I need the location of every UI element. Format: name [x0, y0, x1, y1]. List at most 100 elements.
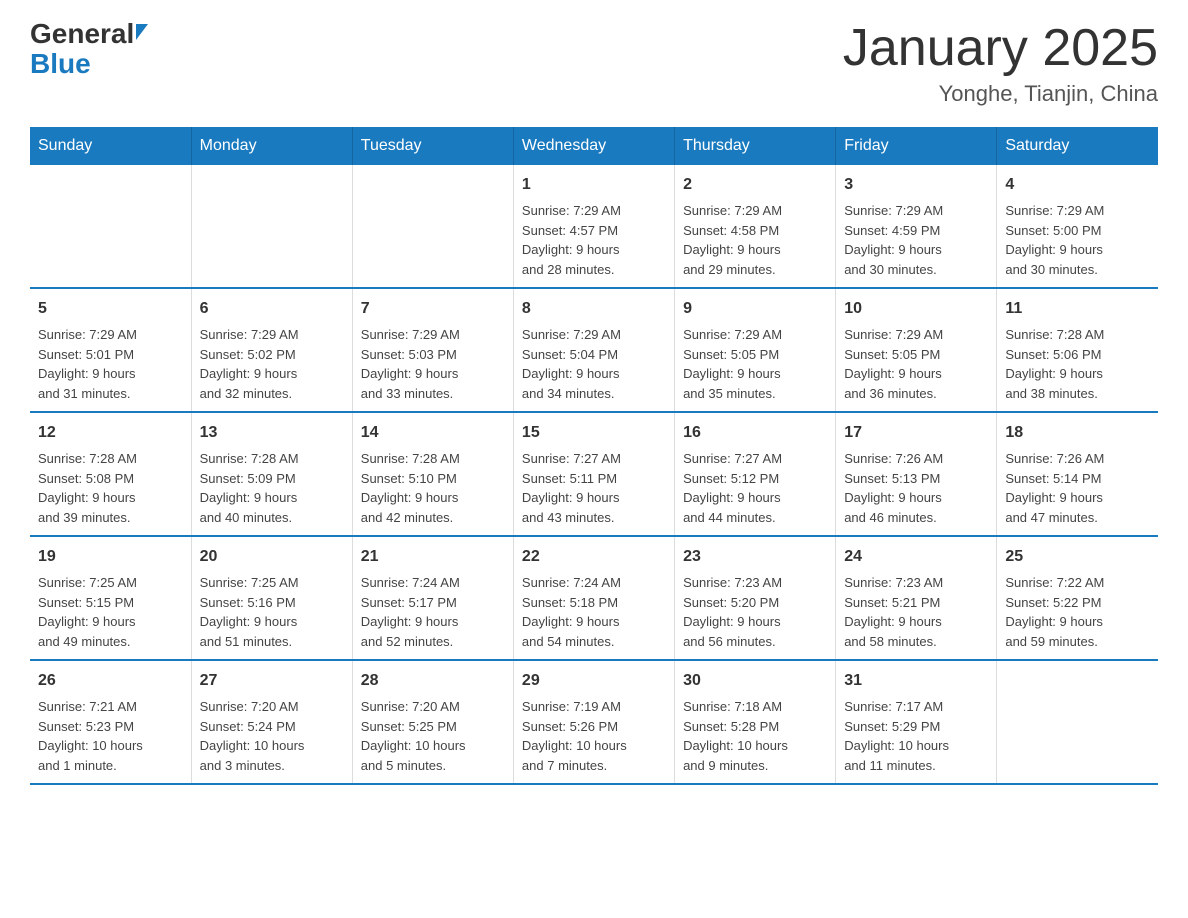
- day-cell: 5 Sunrise: 7:29 AMSunset: 5:01 PMDaylight…: [30, 288, 191, 412]
- month-title: January 2025: [843, 20, 1158, 77]
- day-number: 26: [38, 669, 183, 693]
- day-cell: 20 Sunrise: 7:25 AMSunset: 5:16 PMDayligh…: [191, 536, 352, 660]
- day-cell: 13 Sunrise: 7:28 AMSunset: 5:09 PMDayligh…: [191, 412, 352, 536]
- day-number: 19: [38, 545, 183, 569]
- day-header-monday: Monday: [191, 127, 352, 165]
- day-info: Sunrise: 7:26 AMSunset: 5:14 PMDaylight:…: [1005, 449, 1150, 527]
- day-info: Sunrise: 7:18 AMSunset: 5:28 PMDaylight:…: [683, 697, 827, 775]
- day-header-wednesday: Wednesday: [513, 127, 674, 165]
- day-info: Sunrise: 7:29 AMSunset: 4:59 PMDaylight:…: [844, 201, 988, 279]
- week-row-3: 12 Sunrise: 7:28 AMSunset: 5:08 PMDayligh…: [30, 412, 1158, 536]
- day-number: 31: [844, 669, 988, 693]
- day-number: 5: [38, 297, 183, 321]
- day-cell: [997, 660, 1158, 784]
- title-section: January 2025 Yonghe, Tianjin, China: [843, 20, 1158, 107]
- day-number: 29: [522, 669, 666, 693]
- day-cell: 21Sunrise: 7:24 AMSunset: 5:17 PMDayligh…: [352, 536, 513, 660]
- day-info: Sunrise: 7:28 AMSunset: 5:08 PMDaylight:…: [38, 449, 183, 527]
- day-info: Sunrise: 7:29 AMSunset: 5:03 PMDaylight:…: [361, 325, 505, 403]
- day-info: Sunrise: 7:29 AMSunset: 4:58 PMDaylight:…: [683, 201, 827, 279]
- day-number: 22: [522, 545, 666, 569]
- day-number: 27: [200, 669, 344, 693]
- day-info: Sunrise: 7:25 AMSunset: 5:16 PMDaylight:…: [200, 573, 344, 651]
- day-info: Sunrise: 7:17 AMSunset: 5:29 PMDaylight:…: [844, 697, 988, 775]
- day-info: Sunrise: 7:23 AMSunset: 5:20 PMDaylight:…: [683, 573, 827, 651]
- day-info: Sunrise: 7:29 AMSunset: 5:04 PMDaylight:…: [522, 325, 666, 403]
- day-number: 12: [38, 421, 183, 445]
- week-row-4: 19 Sunrise: 7:25 AMSunset: 5:15 PMDayligh…: [30, 536, 1158, 660]
- day-number: 13: [200, 421, 344, 445]
- day-info: Sunrise: 7:29 AMSunset: 4:57 PMDaylight:…: [522, 201, 666, 279]
- day-info: Sunrise: 7:22 AMSunset: 5:22 PMDaylight:…: [1005, 573, 1150, 651]
- day-cell: 12 Sunrise: 7:28 AMSunset: 5:08 PMDayligh…: [30, 412, 191, 536]
- day-cell: 11 Sunrise: 7:28 AMSunset: 5:06 PMDayligh…: [997, 288, 1158, 412]
- logo-blue-text: Blue: [30, 48, 91, 79]
- day-info: Sunrise: 7:23 AMSunset: 5:21 PMDaylight:…: [844, 573, 988, 651]
- day-info: Sunrise: 7:28 AMSunset: 5:10 PMDaylight:…: [361, 449, 505, 527]
- day-number: 8: [522, 297, 666, 321]
- day-header-sunday: Sunday: [30, 127, 191, 165]
- day-number: 21: [361, 545, 505, 569]
- day-cell: 26Sunrise: 7:21 AMSunset: 5:23 PMDayligh…: [30, 660, 191, 784]
- day-cell: 7 Sunrise: 7:29 AMSunset: 5:03 PMDaylight…: [352, 288, 513, 412]
- day-number: 7: [361, 297, 505, 321]
- day-cell: 27 Sunrise: 7:20 AMSunset: 5:24 PMDayligh…: [191, 660, 352, 784]
- day-cell: 1Sunrise: 7:29 AMSunset: 4:57 PMDaylight…: [513, 165, 674, 288]
- day-info: Sunrise: 7:28 AMSunset: 5:09 PMDaylight:…: [200, 449, 344, 527]
- week-row-1: 1Sunrise: 7:29 AMSunset: 4:57 PMDaylight…: [30, 165, 1158, 288]
- location-title: Yonghe, Tianjin, China: [843, 81, 1158, 107]
- day-number: 15: [522, 421, 666, 445]
- day-cell: 9Sunrise: 7:29 AMSunset: 5:05 PMDaylight…: [675, 288, 836, 412]
- day-info: Sunrise: 7:29 AMSunset: 5:01 PMDaylight:…: [38, 325, 183, 403]
- day-info: Sunrise: 7:29 AMSunset: 5:05 PMDaylight:…: [844, 325, 988, 403]
- day-number: 18: [1005, 421, 1150, 445]
- day-number: 2: [683, 173, 827, 197]
- day-number: 28: [361, 669, 505, 693]
- day-number: 11: [1005, 297, 1150, 321]
- day-number: 20: [200, 545, 344, 569]
- calendar: SundayMondayTuesdayWednesdayThursdayFrid…: [30, 127, 1158, 785]
- day-cell: 6Sunrise: 7:29 AMSunset: 5:02 PMDaylight…: [191, 288, 352, 412]
- day-number: 16: [683, 421, 827, 445]
- day-cell: 23 Sunrise: 7:23 AMSunset: 5:20 PMDayligh…: [675, 536, 836, 660]
- day-info: Sunrise: 7:28 AMSunset: 5:06 PMDaylight:…: [1005, 325, 1150, 403]
- day-info: Sunrise: 7:20 AMSunset: 5:24 PMDaylight:…: [200, 697, 344, 775]
- day-number: 14: [361, 421, 505, 445]
- day-cell: 22 Sunrise: 7:24 AMSunset: 5:18 PMDayligh…: [513, 536, 674, 660]
- day-cell: 3 Sunrise: 7:29 AMSunset: 4:59 PMDaylight…: [836, 165, 997, 288]
- day-cell: 25Sunrise: 7:22 AMSunset: 5:22 PMDayligh…: [997, 536, 1158, 660]
- day-number: 4: [1005, 173, 1150, 197]
- day-cell: 2 Sunrise: 7:29 AMSunset: 4:58 PMDaylight…: [675, 165, 836, 288]
- day-cell: 18 Sunrise: 7:26 AMSunset: 5:14 PMDayligh…: [997, 412, 1158, 536]
- day-info: Sunrise: 7:29 AMSunset: 5:00 PMDaylight:…: [1005, 201, 1150, 279]
- day-cell: 24 Sunrise: 7:23 AMSunset: 5:21 PMDayligh…: [836, 536, 997, 660]
- day-cell: 10 Sunrise: 7:29 AMSunset: 5:05 PMDayligh…: [836, 288, 997, 412]
- day-number: 3: [844, 173, 988, 197]
- day-number: 23: [683, 545, 827, 569]
- day-number: 30: [683, 669, 827, 693]
- week-row-5: 26Sunrise: 7:21 AMSunset: 5:23 PMDayligh…: [30, 660, 1158, 784]
- day-number: 9: [683, 297, 827, 321]
- day-info: Sunrise: 7:25 AMSunset: 5:15 PMDaylight:…: [38, 573, 183, 651]
- day-cell: [191, 165, 352, 288]
- day-header-tuesday: Tuesday: [352, 127, 513, 165]
- page-header: General Blue January 2025 Yonghe, Tianji…: [30, 20, 1158, 107]
- day-cell: 8 Sunrise: 7:29 AMSunset: 5:04 PMDaylight…: [513, 288, 674, 412]
- day-cell: [30, 165, 191, 288]
- day-info: Sunrise: 7:27 AMSunset: 5:11 PMDaylight:…: [522, 449, 666, 527]
- day-cell: 29 Sunrise: 7:19 AMSunset: 5:26 PMDayligh…: [513, 660, 674, 784]
- day-info: Sunrise: 7:20 AMSunset: 5:25 PMDaylight:…: [361, 697, 505, 775]
- day-number: 10: [844, 297, 988, 321]
- day-cell: 17 Sunrise: 7:26 AMSunset: 5:13 PMDayligh…: [836, 412, 997, 536]
- day-number: 24: [844, 545, 988, 569]
- logo-general-text: General: [30, 20, 134, 48]
- day-info: Sunrise: 7:26 AMSunset: 5:13 PMDaylight:…: [844, 449, 988, 527]
- day-info: Sunrise: 7:27 AMSunset: 5:12 PMDaylight:…: [683, 449, 827, 527]
- week-row-2: 5 Sunrise: 7:29 AMSunset: 5:01 PMDaylight…: [30, 288, 1158, 412]
- day-info: Sunrise: 7:19 AMSunset: 5:26 PMDaylight:…: [522, 697, 666, 775]
- day-number: 17: [844, 421, 988, 445]
- day-cell: [352, 165, 513, 288]
- day-cell: 15 Sunrise: 7:27 AMSunset: 5:11 PMDayligh…: [513, 412, 674, 536]
- day-header-saturday: Saturday: [997, 127, 1158, 165]
- day-info: Sunrise: 7:24 AMSunset: 5:18 PMDaylight:…: [522, 573, 666, 651]
